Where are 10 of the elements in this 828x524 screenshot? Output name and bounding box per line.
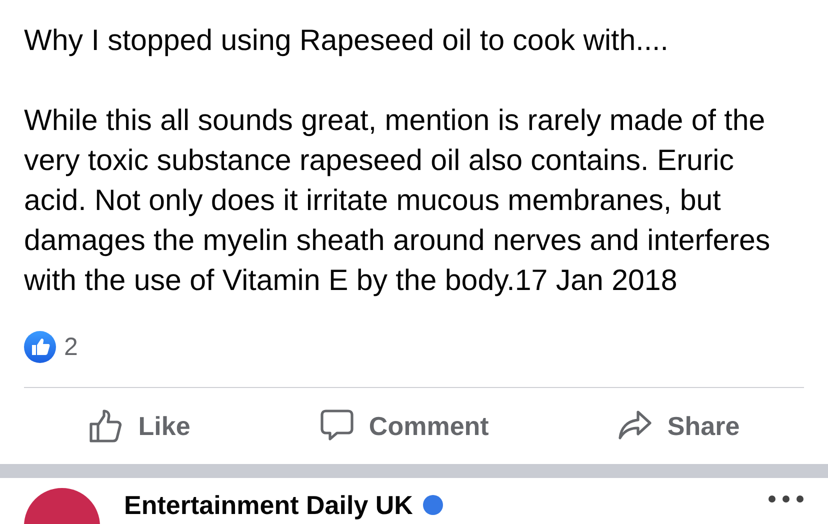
comment-button[interactable]: Comment	[308, 404, 499, 448]
post-text: Why I stopped using Rapeseed oil to cook with....	[24, 23, 670, 59]
like-button[interactable]: Like	[78, 404, 200, 448]
reaction-count: 2	[64, 332, 78, 362]
like-reaction-icon	[24, 331, 56, 363]
post-text: While this all sounds great, mention is rarely made of the very toxic substance rapeseed oil also contains. Eruric acid. Not only does it irritate mucous membranes, but damages the myelin sheath around nerves and interferes with the use of Vitamin E by the body.17 Jan 2018	[24, 103, 772, 299]
more-options-icon[interactable]	[768, 495, 804, 503]
share-button[interactable]: Share	[607, 404, 750, 448]
thumbs-up-icon	[88, 408, 124, 444]
page-name[interactable]: Entertainment Daily UK	[124, 490, 413, 520]
